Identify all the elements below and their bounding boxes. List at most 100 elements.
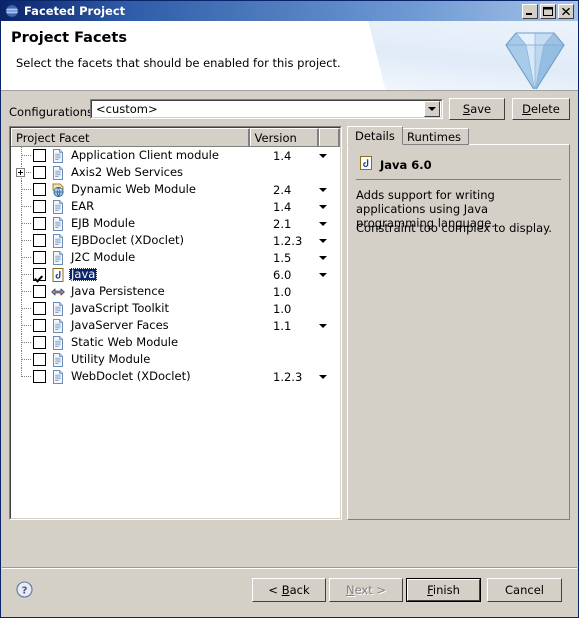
facet-version: 2.4 <box>273 182 292 197</box>
document-icon <box>50 199 66 215</box>
version-dropdown-icon[interactable] <box>319 239 327 243</box>
document-icon <box>50 301 66 317</box>
help-question-icon[interactable]: ? <box>16 581 33 598</box>
facet-checkbox[interactable] <box>33 302 46 315</box>
facet-checkbox[interactable] <box>33 370 46 383</box>
project-facet-table[interactable]: Project Facet Version Application Client… <box>9 126 342 520</box>
details-tab-strip: Details Runtimes <box>347 126 570 145</box>
facet-row-list: Application Client module 1.4 Axis2 Web Se… <box>11 147 340 385</box>
window-controls <box>522 3 574 19</box>
column-header-version[interactable]: Version <box>249 128 320 146</box>
table-row[interactable]: J2C Module 1.5 <box>11 249 340 266</box>
java-icon <box>50 267 66 283</box>
facet-label: JavaServer Faces <box>71 318 169 332</box>
column-header-extra[interactable] <box>319 128 340 146</box>
configurations-combo[interactable]: <custom> <box>90 99 443 119</box>
tab-runtimes[interactable]: Runtimes <box>399 128 470 145</box>
facet-version: 1.2.3 <box>273 369 303 384</box>
table-row[interactable]: Java 6.0 <box>11 266 340 283</box>
document-icon <box>50 148 66 164</box>
facet-checkbox[interactable] <box>33 149 46 162</box>
facet-version: 1.4 <box>273 199 292 214</box>
facet-checkbox[interactable] <box>33 353 46 366</box>
document-icon <box>50 335 66 351</box>
facet-version: 1.0 <box>273 301 292 316</box>
faceted-project-dialog: Faceted Project Project Facets Select th… <box>0 0 579 618</box>
expand-icon[interactable] <box>16 168 25 177</box>
window-title: Faceted Project <box>24 4 126 18</box>
version-dropdown-icon[interactable] <box>319 324 327 328</box>
facet-version: 2.1 <box>273 216 292 231</box>
cancel-button[interactable]: Cancel <box>487 578 562 602</box>
tree-gutter <box>11 317 33 334</box>
save-button[interactable]: Save <box>449 98 505 120</box>
version-dropdown-icon[interactable] <box>319 273 327 277</box>
finish-button[interactable]: Finish <box>406 578 481 602</box>
table-row[interactable]: WebDoclet (XDoclet) 1.2.3 <box>11 368 340 385</box>
table-row[interactable]: JavaScript Toolkit 1.0 <box>11 300 340 317</box>
version-dropdown-icon[interactable] <box>319 188 327 192</box>
facet-label: Axis2 Web Services <box>71 165 184 179</box>
delete-button[interactable]: Delete <box>512 98 570 120</box>
document-icon <box>50 369 66 385</box>
table-column-headers: Project Facet Version <box>11 128 340 147</box>
table-row[interactable]: EJBDoclet (XDoclet) 1.2.3 <box>11 232 340 249</box>
tree-gutter <box>11 164 33 181</box>
version-dropdown-icon[interactable] <box>319 375 327 379</box>
document-icon <box>50 216 66 232</box>
chevron-down-icon[interactable] <box>424 101 440 117</box>
version-dropdown-icon[interactable] <box>319 154 327 158</box>
minimize-button[interactable] <box>522 3 538 19</box>
tree-gutter <box>11 351 33 368</box>
version-dropdown-icon[interactable] <box>319 222 327 226</box>
tree-gutter <box>11 181 33 198</box>
table-row[interactable]: EJB Module 2.1 <box>11 215 340 232</box>
table-row[interactable]: Utility Module <box>11 351 340 368</box>
back-button[interactable]: < Back <box>252 578 326 602</box>
facet-label: Utility Module <box>71 352 151 366</box>
facet-checkbox[interactable] <box>33 268 46 281</box>
facet-checkbox[interactable] <box>33 166 46 179</box>
page-title: Project Facets <box>11 30 127 46</box>
facet-version: 1.1 <box>273 318 292 333</box>
document-icon <box>50 233 66 249</box>
facet-label: EJB Module <box>71 216 136 230</box>
facet-checkbox[interactable] <box>33 200 46 213</box>
eclipse-globe-icon <box>4 3 20 19</box>
configurations-label: Configurations: <box>9 105 97 119</box>
column-header-project-facet[interactable]: Project Facet <box>11 128 250 146</box>
svg-text:?: ? <box>22 585 28 596</box>
facet-checkbox[interactable] <box>33 217 46 230</box>
close-button[interactable] <box>558 3 574 19</box>
tree-gutter <box>11 147 33 164</box>
facet-label: WebDoclet (XDoclet) <box>71 369 191 383</box>
table-row[interactable]: Dynamic Web Module 2.4 <box>11 181 340 198</box>
facet-label: EAR <box>71 199 95 213</box>
facet-checkbox[interactable] <box>33 251 46 264</box>
facet-label: JavaScript Toolkit <box>71 301 170 315</box>
tree-gutter <box>11 215 33 232</box>
version-dropdown-icon[interactable] <box>319 205 327 209</box>
facet-checkbox[interactable] <box>33 285 46 298</box>
table-row[interactable]: Axis2 Web Services <box>11 164 340 181</box>
table-row[interactable]: Java Persistence 1.0 <box>11 283 340 300</box>
tree-gutter <box>11 300 33 317</box>
tree-gutter <box>11 283 33 300</box>
facet-label: Application Client module <box>71 148 219 162</box>
version-dropdown-icon[interactable] <box>319 256 327 260</box>
facet-checkbox[interactable] <box>33 336 46 349</box>
table-row[interactable]: Application Client module 1.4 <box>11 147 340 164</box>
table-row[interactable]: EAR 1.4 <box>11 198 340 215</box>
facet-checkbox[interactable] <box>33 234 46 247</box>
facet-checkbox[interactable] <box>33 319 46 332</box>
configurations-value: <custom> <box>96 102 158 116</box>
facet-checkbox[interactable] <box>33 183 46 196</box>
facet-version: 1.0 <box>273 284 292 299</box>
table-row[interactable]: JavaServer Faces 1.1 <box>11 317 340 334</box>
table-row[interactable]: Static Web Module <box>11 334 340 351</box>
details-panel: Java 6.0 Adds support for writing applic… <box>347 144 570 520</box>
maximize-button[interactable] <box>540 3 556 19</box>
facet-label: Dynamic Web Module <box>71 182 196 196</box>
details-facet-title: Java 6.0 <box>380 157 432 172</box>
tab-details[interactable]: Details <box>347 126 403 145</box>
